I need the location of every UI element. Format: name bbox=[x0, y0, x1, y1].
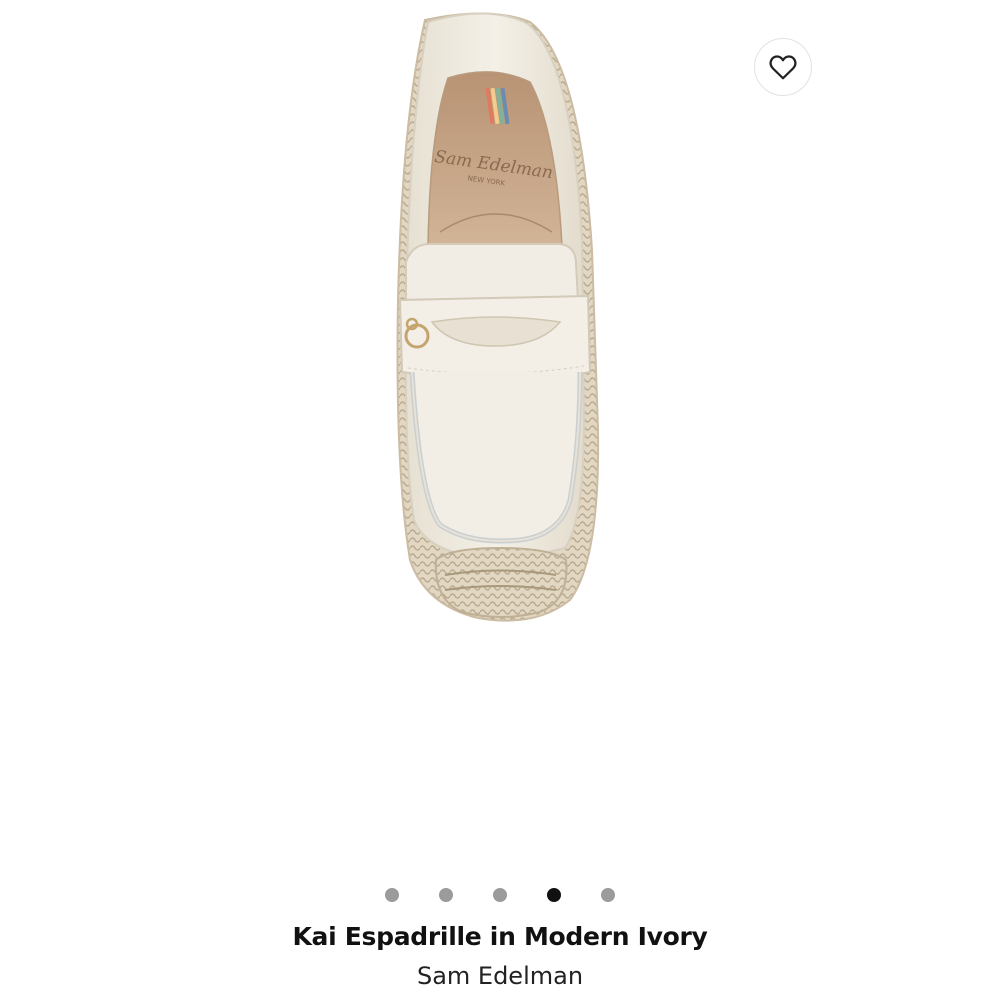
heart-icon bbox=[769, 55, 797, 80]
product-brand[interactable]: Sam Edelman bbox=[0, 962, 1000, 990]
carousel-dot-2[interactable] bbox=[439, 888, 453, 902]
carousel-dot-3[interactable] bbox=[493, 888, 507, 902]
shoe-illustration: Sam Edelman NEW YORK bbox=[396, 12, 600, 622]
carousel-dot-5[interactable] bbox=[601, 888, 615, 902]
product-title[interactable]: Kai Espadrille in Modern Ivory bbox=[0, 922, 1000, 951]
carousel-dot-4-active[interactable] bbox=[547, 888, 561, 902]
carousel-dots bbox=[0, 888, 1000, 904]
product-page: Sam Edelman NEW YORK Kai Espadrille in M… bbox=[0, 0, 1000, 1000]
carousel-dot-1[interactable] bbox=[385, 888, 399, 902]
favorite-button[interactable] bbox=[754, 38, 812, 96]
product-image[interactable]: Sam Edelman NEW YORK bbox=[0, 0, 1000, 860]
